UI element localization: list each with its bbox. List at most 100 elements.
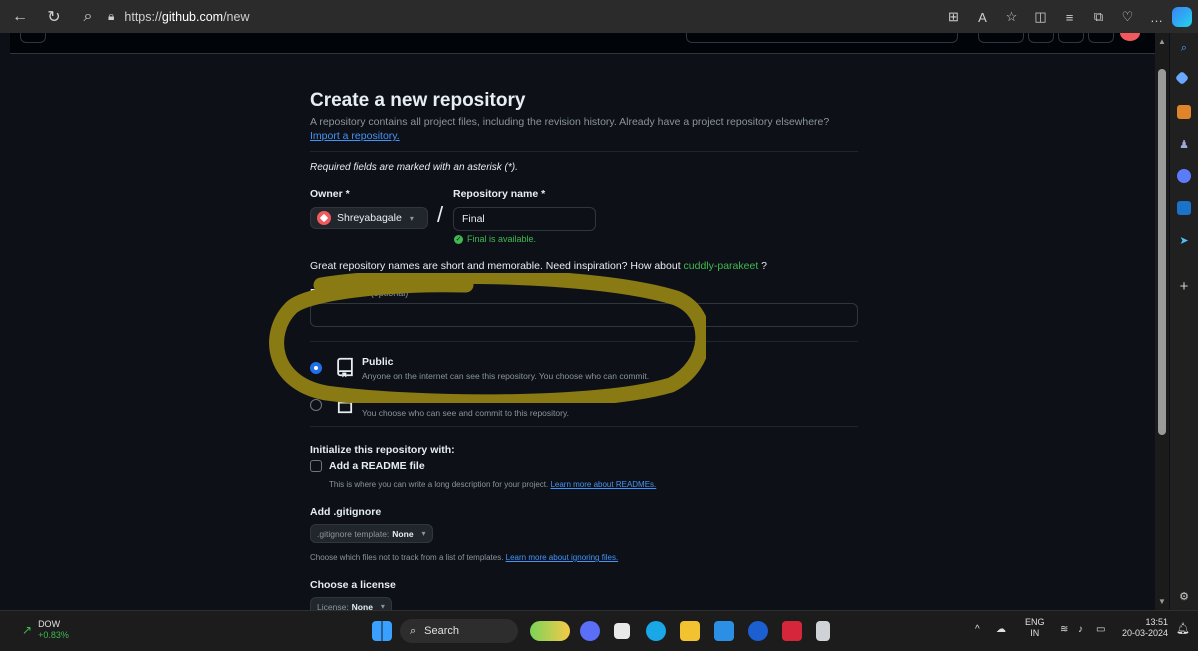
- copilot-icon[interactable]: [1172, 7, 1192, 27]
- readme-learn-more-link[interactable]: Learn more about READMEs.: [550, 480, 656, 489]
- battery-icon[interactable]: ▭: [1096, 624, 1105, 635]
- windows-taskbar: ↗ DOW +0.83% ⌕ Search ^ ☁ ENG IN ≋ ♪ ▭ 1…: [0, 610, 1198, 651]
- url-path: /new: [223, 9, 250, 24]
- collections-icon[interactable]: ⧉: [1085, 4, 1112, 30]
- readme-label: Add a README file: [329, 460, 425, 472]
- gitignore-select-prefix: .gitignore template:: [317, 528, 390, 539]
- gitignore-desc-text: Choose which files not to track from a l…: [310, 553, 504, 562]
- sidebar-search-icon[interactable]: ⌕: [1177, 41, 1191, 55]
- readme-option[interactable]: Add a README file: [310, 460, 425, 472]
- stock-widget[interactable]: ↗ DOW +0.83%: [22, 619, 69, 641]
- license-label: Choose a license: [310, 579, 396, 591]
- availability-status: ✓ Final is available.: [454, 234, 536, 244]
- chevron-up-icon[interactable]: ^: [975, 624, 980, 635]
- search-icon: ⌕: [410, 624, 417, 637]
- refresh-icon[interactable]: ↻: [40, 3, 68, 31]
- lang-code: ENG: [1025, 617, 1045, 627]
- address-bar[interactable]: 🔒︎ https://github.com/new: [108, 5, 888, 29]
- favorite-star-icon[interactable]: ☆: [998, 4, 1025, 30]
- owner-value: Shreyabagale: [337, 212, 402, 224]
- send-icon[interactable]: ➤: [1177, 233, 1191, 247]
- weather-icon[interactable]: ☁: [996, 624, 1006, 635]
- avatar[interactable]: [1120, 33, 1140, 41]
- divider: [310, 151, 858, 152]
- volume-icon[interactable]: ♪: [1078, 624, 1083, 635]
- page-subtitle: A repository contains all project files,…: [310, 115, 870, 143]
- tools-icon[interactable]: [1177, 105, 1191, 119]
- mcafee-icon[interactable]: [782, 621, 802, 641]
- repo-name-input[interactable]: Final: [453, 207, 596, 231]
- initialize-label: Initialize this repository with:: [310, 444, 455, 456]
- dell-icon[interactable]: [748, 621, 768, 641]
- github-header: [10, 33, 1155, 54]
- github-logo-icon[interactable]: [60, 33, 82, 41]
- license-select[interactable]: License: None ▾: [310, 597, 392, 610]
- inspiration-suffix: ?: [761, 260, 768, 272]
- scroll-down-icon[interactable]: ▼: [1158, 597, 1166, 606]
- page-scrollbar[interactable]: ▲ ▼: [1155, 33, 1169, 610]
- taskbar-search[interactable]: ⌕ Search: [400, 619, 518, 643]
- archive-app-icon[interactable]: [816, 621, 830, 641]
- language-indicator[interactable]: ENG IN: [1025, 617, 1045, 639]
- settings-gear-icon[interactable]: ⚙: [1177, 589, 1191, 603]
- check-circle-icon: ✓: [454, 234, 463, 244]
- chevron-down-icon: ▾: [421, 529, 426, 538]
- license-select-prefix: License:: [317, 601, 349, 611]
- menu-button[interactable]: [20, 33, 46, 43]
- import-repo-link[interactable]: Import a repository.: [310, 130, 400, 142]
- slash-separator: /: [437, 202, 444, 227]
- search-icon[interactable]: ⌕: [74, 3, 102, 31]
- inbox-button[interactable]: [1088, 33, 1114, 43]
- readme-checkbox[interactable]: [310, 460, 322, 472]
- outlook-icon[interactable]: [1177, 201, 1191, 215]
- region-code: IN: [1030, 628, 1040, 638]
- date: 20-03-2024: [1121, 628, 1168, 638]
- time: 13:51: [1145, 617, 1168, 627]
- teams-icon[interactable]: [580, 621, 600, 641]
- search-input[interactable]: [686, 33, 958, 43]
- availability-text: Final is available.: [467, 234, 537, 244]
- clock[interactable]: 13:51 20-03-2024: [1118, 617, 1168, 639]
- suggested-name-link[interactable]: cuddly-parakeet: [684, 260, 759, 272]
- windows-start-icon[interactable]: [372, 621, 392, 641]
- more-options-icon[interactable]: …: [1143, 4, 1170, 30]
- url-domain: github.com: [161, 9, 224, 24]
- browser-essentials-icon[interactable]: ♡: [1114, 4, 1141, 30]
- people-icon[interactable]: ♟: [1177, 137, 1191, 151]
- stock-change: +0.83%: [38, 630, 69, 640]
- split-screen-icon[interactable]: ◫: [1027, 4, 1054, 30]
- owner-label: Owner *: [310, 188, 350, 200]
- favorites-icon[interactable]: ≡: [1056, 4, 1083, 30]
- gitignore-select[interactable]: .gitignore template: None ▾: [310, 524, 433, 543]
- apps-icon[interactable]: ⊞: [940, 4, 967, 30]
- scroll-thumb[interactable]: [1158, 69, 1166, 435]
- add-icon[interactable]: +: [1177, 278, 1191, 295]
- lock-icon: 🔒︎: [108, 9, 115, 23]
- repo-name-value: Final: [462, 213, 485, 225]
- repo-name-label: Repository name *: [453, 188, 546, 200]
- create-new-button[interactable]: [978, 33, 1024, 43]
- task-view-icon[interactable]: [614, 623, 630, 639]
- copilot-sidebar-icon[interactable]: [1177, 169, 1191, 183]
- subtitle-text: A repository contains all project files,…: [310, 116, 830, 128]
- notification-bell-icon[interactable]: 🔔︎: [1176, 624, 1190, 635]
- widgets-icon[interactable]: [530, 621, 570, 641]
- gitignore-select-value: None: [392, 528, 414, 539]
- read-aloud-icon[interactable]: A: [969, 4, 996, 30]
- issues-button[interactable]: [1028, 33, 1054, 43]
- back-arrow-icon[interactable]: ←: [6, 3, 34, 31]
- readme-desc-text: This is where you can write a long descr…: [329, 480, 549, 489]
- file-explorer-icon[interactable]: [680, 621, 700, 641]
- scroll-up-icon[interactable]: ▲: [1158, 37, 1166, 46]
- chevron-down-icon: ▾: [409, 213, 414, 223]
- pull-requests-button[interactable]: [1058, 33, 1084, 43]
- readme-description: This is where you can write a long descr…: [329, 480, 656, 489]
- gitignore-learn-more-link[interactable]: Learn more about ignoring files.: [506, 553, 619, 562]
- shopping-tag-icon[interactable]: [1174, 70, 1190, 86]
- wifi-icon[interactable]: ≋: [1060, 624, 1068, 635]
- edge-icon[interactable]: [646, 621, 666, 641]
- url-prefix: https://: [124, 9, 162, 24]
- owner-select[interactable]: Shreyabagale ▾: [310, 207, 428, 229]
- chevron-down-icon: ▾: [380, 602, 385, 610]
- store-icon[interactable]: [714, 621, 734, 641]
